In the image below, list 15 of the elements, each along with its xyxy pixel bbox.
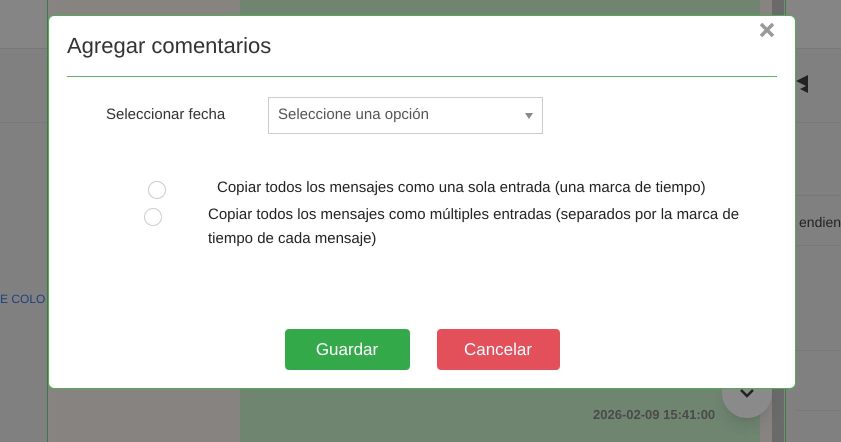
radio-button[interactable]	[144, 208, 162, 226]
save-button[interactable]: Guardar	[284, 329, 410, 370]
option-label: Copiar todos los mensajes como una sola entrada (una marca de tiempo)	[217, 178, 707, 198]
close-icon[interactable]	[759, 22, 775, 38]
table-cell-text: endien	[799, 213, 841, 232]
option-label: Copiar todos los mensajes como múltiples entradas (separados por la marca de tiempo de cada mensaje)	[208, 205, 740, 249]
link[interactable]: E COLO	[0, 290, 46, 308]
cancel-button[interactable]: Cancelar	[436, 329, 560, 370]
dialog-title: Agregar comentarios	[67, 32, 272, 60]
date-select[interactable]: Seleccione una opción	[268, 97, 543, 134]
field-label: Seleccionar fecha	[106, 105, 226, 126]
caret-icon	[525, 112, 533, 118]
chevron-down-icon	[739, 388, 755, 398]
radio-button[interactable]	[148, 181, 166, 199]
message-timestamp: 2026-02-09 15:41:00	[593, 406, 716, 424]
